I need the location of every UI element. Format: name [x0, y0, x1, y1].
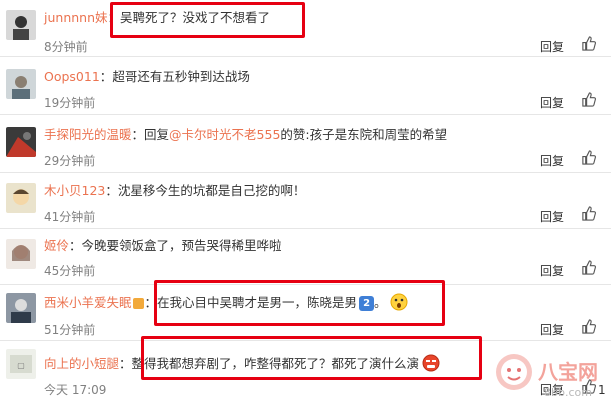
avatar[interactable]: [6, 239, 36, 269]
avatar[interactable]: ▢: [6, 349, 36, 379]
watermark-logo: 八宝网 8bb.com: [494, 338, 609, 410]
like-icon: [582, 150, 596, 165]
mention-link[interactable]: @卡尔时光不老555: [169, 127, 280, 142]
username-separator: ：: [119, 356, 132, 371]
comment-username[interactable]: junnnnn妹: [44, 10, 108, 25]
avatar[interactable]: [6, 69, 36, 99]
highlight-box: [154, 280, 445, 326]
reply-button[interactable]: 回复: [540, 208, 564, 225]
username-separator: ：: [99, 69, 113, 84]
like-icon: [582, 92, 596, 107]
comment-text: 超哥还有五秒钟到达战场: [112, 69, 250, 84]
comment-time: 51分钟前: [44, 323, 96, 337]
comment-username[interactable]: 向上的小短腿: [44, 356, 119, 371]
watermark-url: 8bb.com: [544, 386, 592, 399]
comment-row: junnnnn妹：吴聘死了？没戏了不想看了 8分钟前 回复: [0, 0, 611, 57]
comment-username[interactable]: 西米小羊爱失眠: [44, 295, 132, 310]
avatar[interactable]: [6, 183, 36, 213]
comment-list: junnnnn妹：吴聘死了？没戏了不想看了 8分钟前 回复 Oops011：超哥…: [0, 0, 611, 410]
username-separator: ：: [105, 183, 118, 198]
like-button[interactable]: [581, 206, 596, 224]
watermark-brand: 八宝网: [538, 360, 598, 384]
comment-time: 41分钟前: [44, 210, 96, 224]
svg-text:▢: ▢: [17, 361, 25, 370]
comment-row: Oops011：超哥还有五秒钟到达战场 19分钟前 回复: [0, 57, 611, 115]
comment-row: 木小贝123：沈星移今生的坑都是自己挖的啊！ 41分钟前 回复: [0, 173, 611, 229]
comment-time: 45分钟前: [44, 264, 96, 278]
reply-button[interactable]: 回复: [540, 262, 564, 279]
highlight-box: [110, 2, 305, 38]
like-icon: [582, 206, 596, 221]
like-icon: [582, 319, 596, 334]
comment-username[interactable]: 姬伶: [44, 238, 69, 253]
comment-row: 姬伶：今晚要领饭盒了，预告哭得稀里哗啦 45分钟前 回复: [0, 229, 611, 285]
logo-icon: [496, 354, 532, 390]
avatar[interactable]: [6, 127, 36, 157]
comment-row: 手探阳光的温暖：回复@卡尔时光不老555的赞:孩子是东院和周莹的希望 29分钟前…: [0, 115, 611, 173]
username-separator: ：: [131, 127, 145, 142]
comment-username[interactable]: 木小贝123: [44, 183, 105, 198]
like-icon: [582, 36, 596, 51]
reply-button[interactable]: 回复: [540, 321, 564, 338]
comment-time: 29分钟前: [44, 154, 96, 168]
like-button[interactable]: [581, 36, 596, 54]
comment-username[interactable]: 手探阳光的温暖: [44, 127, 132, 142]
reply-prefix: 回复: [144, 127, 170, 142]
username-separator: ：: [69, 238, 82, 253]
reply-button[interactable]: 回复: [540, 38, 564, 55]
like-icon: [582, 260, 596, 275]
avatar[interactable]: [6, 10, 36, 40]
comment-username[interactable]: Oops011: [44, 69, 100, 84]
reply-button[interactable]: 回复: [540, 94, 564, 111]
vip-icon: [132, 298, 144, 309]
comment-time: 19分钟前: [44, 96, 96, 110]
reply-button[interactable]: 回复: [540, 152, 564, 169]
like-button[interactable]: [581, 319, 596, 337]
like-button[interactable]: [581, 150, 596, 168]
avatar[interactable]: [6, 293, 36, 323]
comment-text: 今晚要领饭盒了，预告哭得稀里哗啦: [81, 238, 282, 253]
highlight-box: [141, 336, 482, 380]
comment-text: 沈星移今生的坑都是自己挖的啊！: [117, 183, 306, 198]
like-button[interactable]: [581, 92, 596, 110]
like-button[interactable]: [581, 260, 596, 278]
comment-time: 今天 17:09: [44, 383, 107, 397]
comment-text: 的赞:孩子是东院和周莹的希望: [280, 127, 448, 142]
comment-time: 8分钟前: [44, 40, 88, 54]
